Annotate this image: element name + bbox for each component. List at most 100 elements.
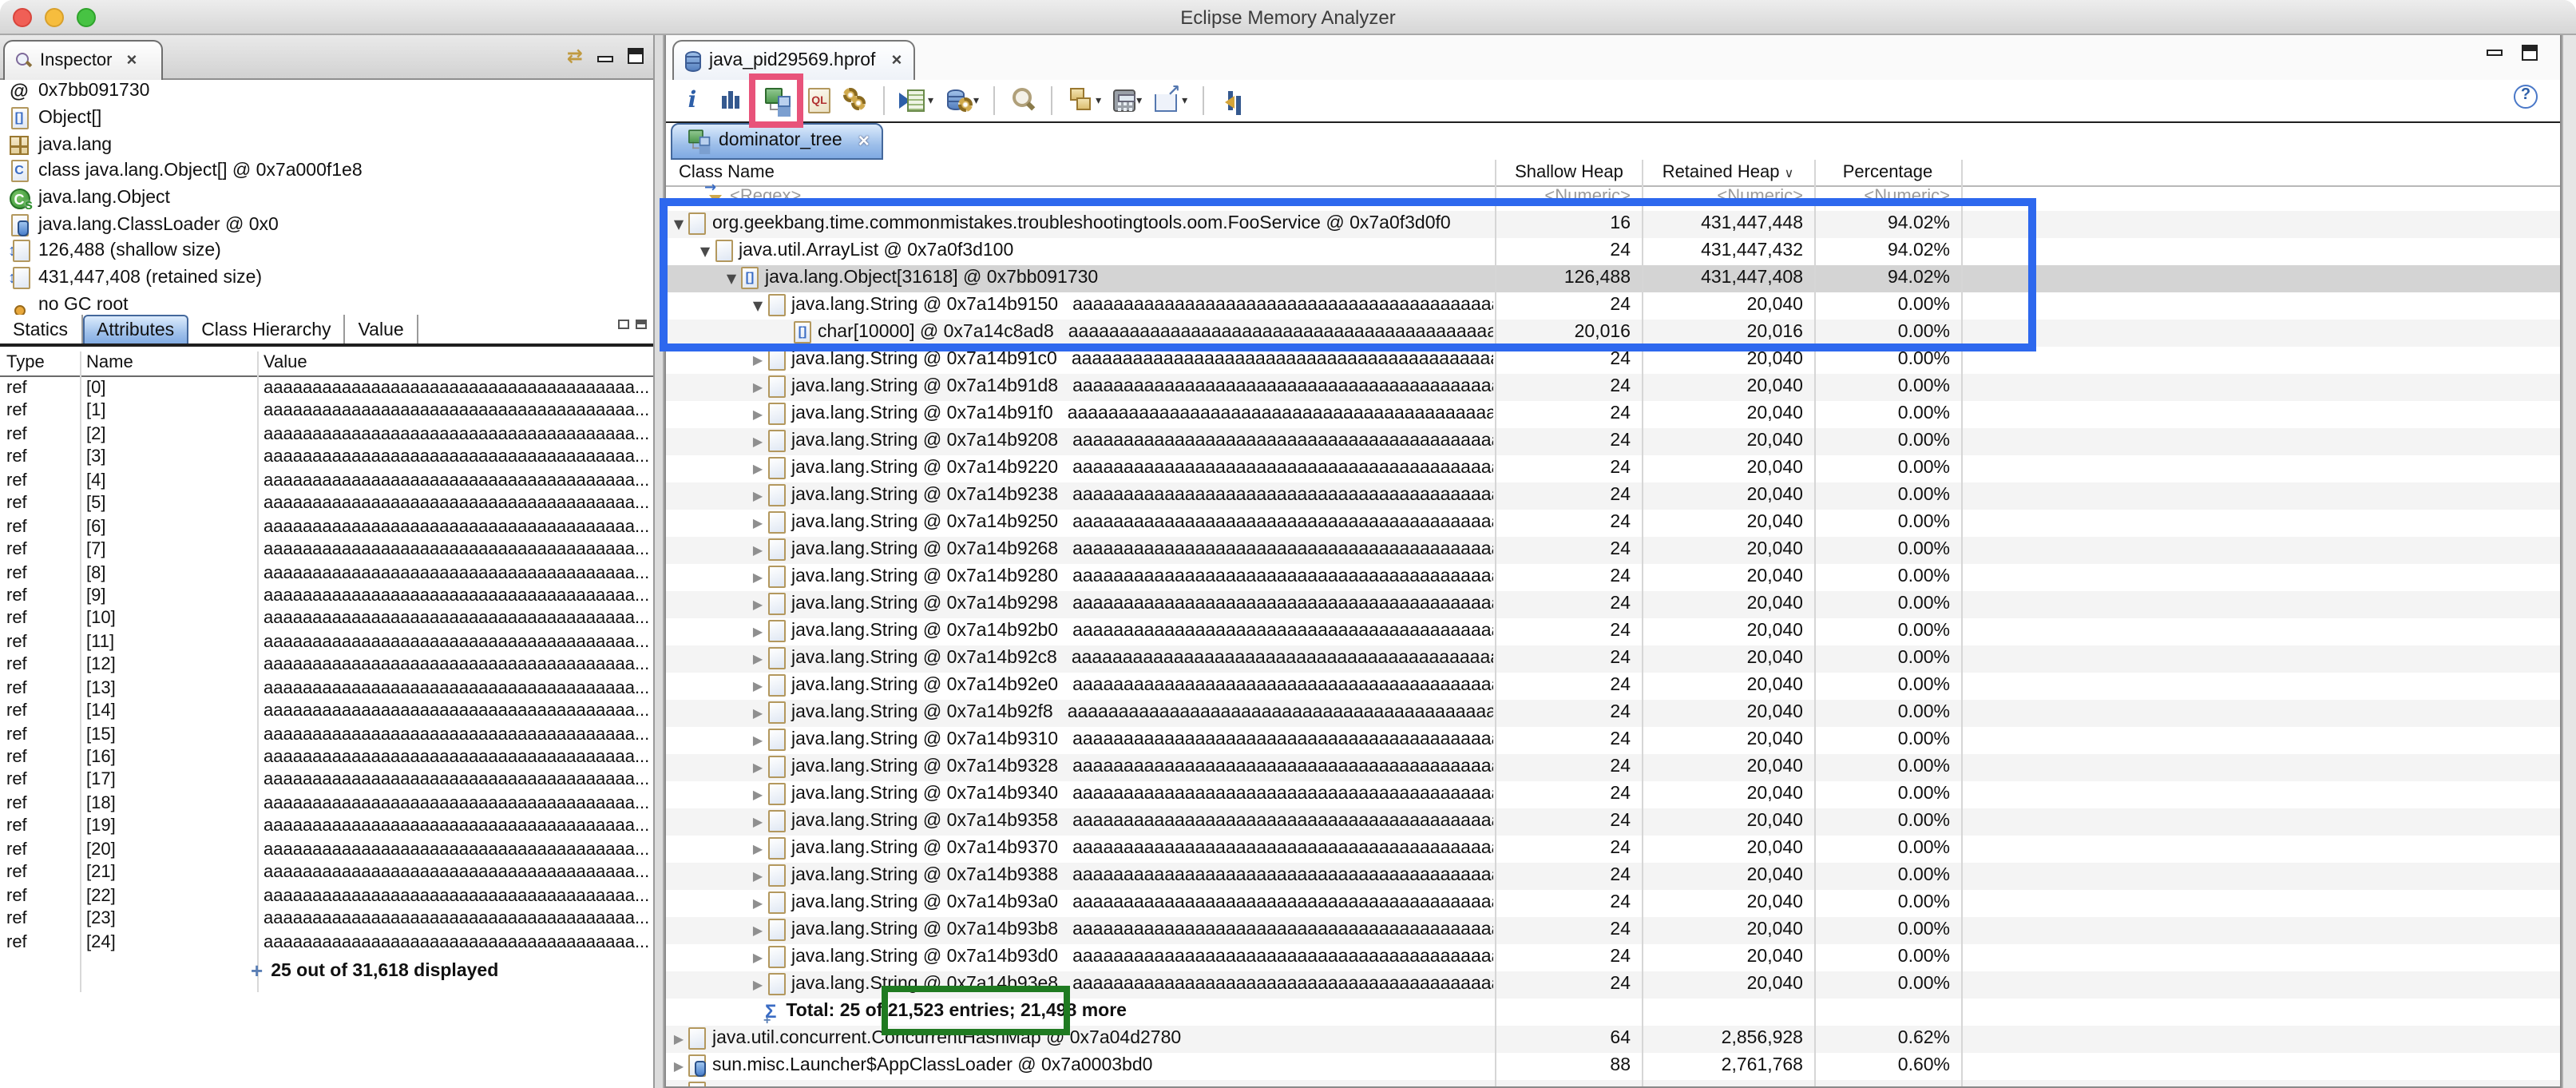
expand-arrow-icon[interactable]: ▶ xyxy=(748,678,767,693)
column-class-name[interactable]: Class Name xyxy=(679,162,775,181)
expand-arrow-icon[interactable]: ▶ xyxy=(748,570,767,584)
dominator-tree-button[interactable] xyxy=(755,85,797,114)
column-percentage[interactable]: Percentage xyxy=(1814,162,1961,181)
table-row[interactable]: ▶java.lang.String @ 0x7a14b9388aaaaaaaaa… xyxy=(666,862,2560,889)
inspector-list-item[interactable]: java.lang.ClassLoader @ 0x0 xyxy=(8,212,647,238)
table-row[interactable]: ref[5]aaaaaaaaaaaaaaaaaaaaaaaaaaaaaaaaaa… xyxy=(0,494,653,517)
expand-arrow-icon[interactable]: ▶ xyxy=(748,597,767,611)
expand-arrow-icon[interactable]: ▶ xyxy=(748,950,767,964)
expand-arrow-icon[interactable]: ▶ xyxy=(748,352,767,367)
table-row[interactable]: ref[17]aaaaaaaaaaaaaaaaaaaaaaaaaaaaaaaaa… xyxy=(0,771,653,794)
expand-arrow-icon[interactable]: ▶ xyxy=(748,651,767,665)
table-row[interactable]: ▶sun.misc.Launcher$AppClassLoader @ 0x7a… xyxy=(666,1052,2560,1079)
table-row[interactable]: ▶java.lang.String @ 0x7a14b9370aaaaaaaaa… xyxy=(666,835,2560,862)
table-row[interactable]: ref[10]aaaaaaaaaaaaaaaaaaaaaaaaaaaaaaaaa… xyxy=(0,610,653,633)
table-row[interactable]: ▶java.lang.String @ 0x7a14b9310aaaaaaaaa… xyxy=(666,726,2560,753)
expand-arrow-icon[interactable]: ▶ xyxy=(748,705,767,720)
column-retained-heap[interactable]: Retained Heap ∨ xyxy=(1642,162,1814,181)
expand-arrow-icon[interactable]: ▶ xyxy=(669,1058,688,1073)
table-row[interactable]: ref[2]aaaaaaaaaaaaaaaaaaaaaaaaaaaaaaaaaa… xyxy=(0,425,653,448)
table-row[interactable]: ref[6]aaaaaaaaaaaaaaaaaaaaaaaaaaaaaaaaaa… xyxy=(0,517,653,540)
table-row[interactable]: ▶java.lang.String @ 0x7a14b92f8aaaaaaaaa… xyxy=(666,699,2560,726)
maximize-section-icon[interactable] xyxy=(636,320,647,329)
help-icon[interactable]: ? xyxy=(2514,85,2538,109)
table-row[interactable]: ▶java.lang.String @ 0x7a14b9340aaaaaaaaa… xyxy=(666,780,2560,808)
table-row[interactable]: ▶java.lang.String @ 0x7a14b9298aaaaaaaaa… xyxy=(666,590,2560,617)
table-row[interactable]: ref[1]aaaaaaaaaaaaaaaaaaaaaaaaaaaaaaaaaa… xyxy=(0,402,653,425)
heap-actions-button[interactable]: ▾ xyxy=(945,86,979,113)
group-by-button[interactable]: ▾ xyxy=(1067,86,1101,113)
expand-arrow-icon[interactable]: ▶ xyxy=(748,434,767,448)
table-row[interactable]: ▶java.lang.String @ 0x7a14b9250aaaaaaaaa… xyxy=(666,509,2560,536)
expand-arrow-icon[interactable]: ▶ xyxy=(748,407,767,421)
table-row[interactable]: ref[12]aaaaaaaaaaaaaaaaaaaaaaaaaaaaaaaaa… xyxy=(0,656,653,679)
expand-arrow-icon[interactable]: ▶ xyxy=(748,923,767,937)
inspector-list-item[interactable]: java.lang xyxy=(8,132,647,158)
inspector-list-item[interactable]: Cjava.lang.Object xyxy=(8,185,647,212)
table-row[interactable]: ref[7]aaaaaaaaaaaaaaaaaaaaaaaaaaaaaaaaaa… xyxy=(0,540,653,563)
table-row[interactable]: ref[24]aaaaaaaaaaaaaaaaaaaaaaaaaaaaaaaaa… xyxy=(0,932,653,955)
expand-arrow-icon[interactable]: ▶ xyxy=(748,977,767,991)
maximize-view-icon[interactable] xyxy=(2522,45,2538,61)
panel-sash[interactable] xyxy=(655,35,664,1088)
column-shallow-heap[interactable]: Shallow Heap xyxy=(1496,162,1642,181)
expand-arrow-icon[interactable]: ▶ xyxy=(748,624,767,638)
histogram-button[interactable] xyxy=(717,86,744,113)
table-row[interactable]: ref[23]aaaaaaaaaaaaaaaaaaaaaaaaaaaaaaaaa… xyxy=(0,909,653,932)
table-row[interactable]: ▶java.lang.String @ 0x7a14b92e0aaaaaaaaa… xyxy=(666,672,2560,699)
overview-info-button[interactable] xyxy=(679,86,706,113)
table-row[interactable]: ref[14]aaaaaaaaaaaaaaaaaaaaaaaaaaaaaaaaa… xyxy=(0,701,653,725)
export-button[interactable]: ▾ xyxy=(1153,86,1187,113)
fetch-more-icon[interactable]: + xyxy=(251,959,263,983)
table-row[interactable]: ▶java.lang.String @ 0x7a14b9238aaaaaaaaa… xyxy=(666,482,2560,509)
table-row[interactable]: ▶java.lang.String @ 0x7a14b9280aaaaaaaaa… xyxy=(666,563,2560,590)
table-row[interactable]: ref[15]aaaaaaaaaaaaaaaaaaaaaaaaaaaaaaaaa… xyxy=(0,725,653,748)
minimize-view-icon[interactable] xyxy=(2487,50,2503,56)
close-icon[interactable]: × xyxy=(891,51,902,70)
table-row[interactable]: ▶java.lang.String @ 0x7a14b9208aaaaaaaaa… xyxy=(666,427,2560,455)
minimize-section-icon[interactable] xyxy=(618,320,629,329)
table-row[interactable]: ref[21]aaaaaaaaaaaaaaaaaaaaaaaaaaaaaaaaa… xyxy=(0,863,653,886)
expand-arrow-icon[interactable]: ▶ xyxy=(748,542,767,557)
expand-arrow-icon[interactable]: ▶ xyxy=(748,515,767,530)
expand-arrow-icon[interactable]: ▶ xyxy=(748,760,767,774)
table-row[interactable]: ref[19]aaaaaaaaaaaaaaaaaaaaaaaaaaaaaaaaa… xyxy=(0,817,653,840)
calculator-button[interactable]: ▾ xyxy=(1112,89,1142,111)
inspector-list-item[interactable]: @0x7bb091730 xyxy=(8,78,647,105)
tab-statics[interactable]: Statics xyxy=(0,315,82,345)
link-with-snapshot-icon[interactable]: ⇄ xyxy=(567,46,583,66)
table-row[interactable]: ref[11]aaaaaaaaaaaaaaaaaaaaaaaaaaaaaaaaa… xyxy=(0,633,653,656)
tab-dominator-tree[interactable]: dominator_tree × xyxy=(671,123,884,159)
expand-arrow-icon[interactable]: ▶ xyxy=(748,895,767,910)
maximize-view-icon[interactable] xyxy=(628,48,644,64)
table-row[interactable]: ref[20]aaaaaaaaaaaaaaaaaaaaaaaaaaaaaaaaa… xyxy=(0,840,653,864)
query-browser-button[interactable]: ▾ xyxy=(899,86,933,113)
inspector-list-item[interactable]: ↕431,447,408 (retained size) xyxy=(8,265,647,292)
table-row[interactable]: ref[22]aaaaaaaaaaaaaaaaaaaaaaaaaaaaaaaaa… xyxy=(0,886,653,909)
table-row[interactable]: ref[4]aaaaaaaaaaaaaaaaaaaaaaaaaaaaaaaaaa… xyxy=(0,471,653,494)
table-row[interactable]: ref[8]aaaaaaaaaaaaaaaaaaaaaaaaaaaaaaaaaa… xyxy=(0,563,653,586)
table-row[interactable]: ref[16]aaaaaaaaaaaaaaaaaaaaaaaaaaaaaaaaa… xyxy=(0,748,653,771)
table-row[interactable]: ▶java.lang.String @ 0x7a14b93b8aaaaaaaaa… xyxy=(666,916,2560,943)
expand-arrow-icon[interactable]: ▶ xyxy=(669,1031,688,1046)
inspector-list-item[interactable]: ↕126,488 (shallow size) xyxy=(8,238,647,264)
table-row[interactable]: ▶java.lang.String @ 0x7a14b93d0aaaaaaaaa… xyxy=(666,943,2560,971)
expand-arrow-icon[interactable]: ▶ xyxy=(748,787,767,801)
expand-arrow-icon[interactable]: ▶ xyxy=(748,488,767,502)
minimize-view-icon[interactable] xyxy=(597,55,613,62)
tab-attributes[interactable]: Attributes xyxy=(82,315,188,345)
table-row[interactable]: ▶java.lang.String @ 0x7a14b9220aaaaaaaaa… xyxy=(666,455,2560,482)
expand-arrow-icon[interactable]: ▶ xyxy=(748,868,767,883)
table-row[interactable]: ▶java.lang.String @ 0x7a14b92c8aaaaaaaaa… xyxy=(666,645,2560,672)
close-icon[interactable]: × xyxy=(127,51,137,70)
search-button[interactable] xyxy=(1009,86,1036,113)
table-row[interactable]: ref[0]aaaaaaaaaaaaaaaaaaaaaaaaaaaaaaaaaa… xyxy=(0,379,653,402)
expand-arrow-icon[interactable]: ▶ xyxy=(748,841,767,856)
table-row[interactable]: ▶ xyxy=(666,1079,2560,1088)
table-row[interactable]: ref[3]aaaaaaaaaaaaaaaaaaaaaaaaaaaaaaaaaa… xyxy=(0,448,653,471)
table-row[interactable]: ▶java.lang.String @ 0x7a14b9268aaaaaaaaa… xyxy=(666,536,2560,563)
close-icon[interactable]: × xyxy=(858,130,870,153)
table-row[interactable]: ref[9]aaaaaaaaaaaaaaaaaaaaaaaaaaaaaaaaaa… xyxy=(0,586,653,610)
oql-button[interactable] xyxy=(808,87,830,113)
table-row[interactable]: ▶java.lang.String @ 0x7a14b92b0aaaaaaaaa… xyxy=(666,617,2560,645)
